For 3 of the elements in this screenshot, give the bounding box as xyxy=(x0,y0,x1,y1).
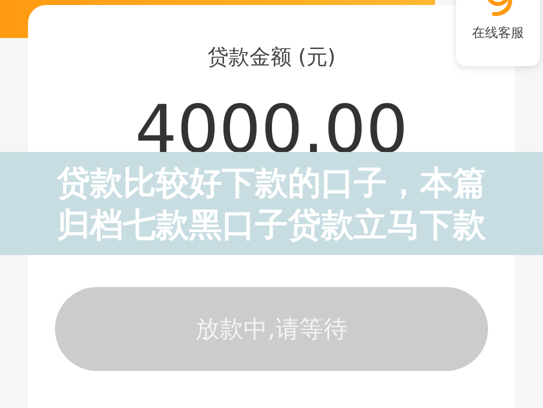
amount-label: 贷款金额 (元) xyxy=(207,44,336,71)
amount-value: 4000.00 xyxy=(135,97,408,163)
customer-service-button[interactable]: 在线客服 xyxy=(456,0,540,66)
